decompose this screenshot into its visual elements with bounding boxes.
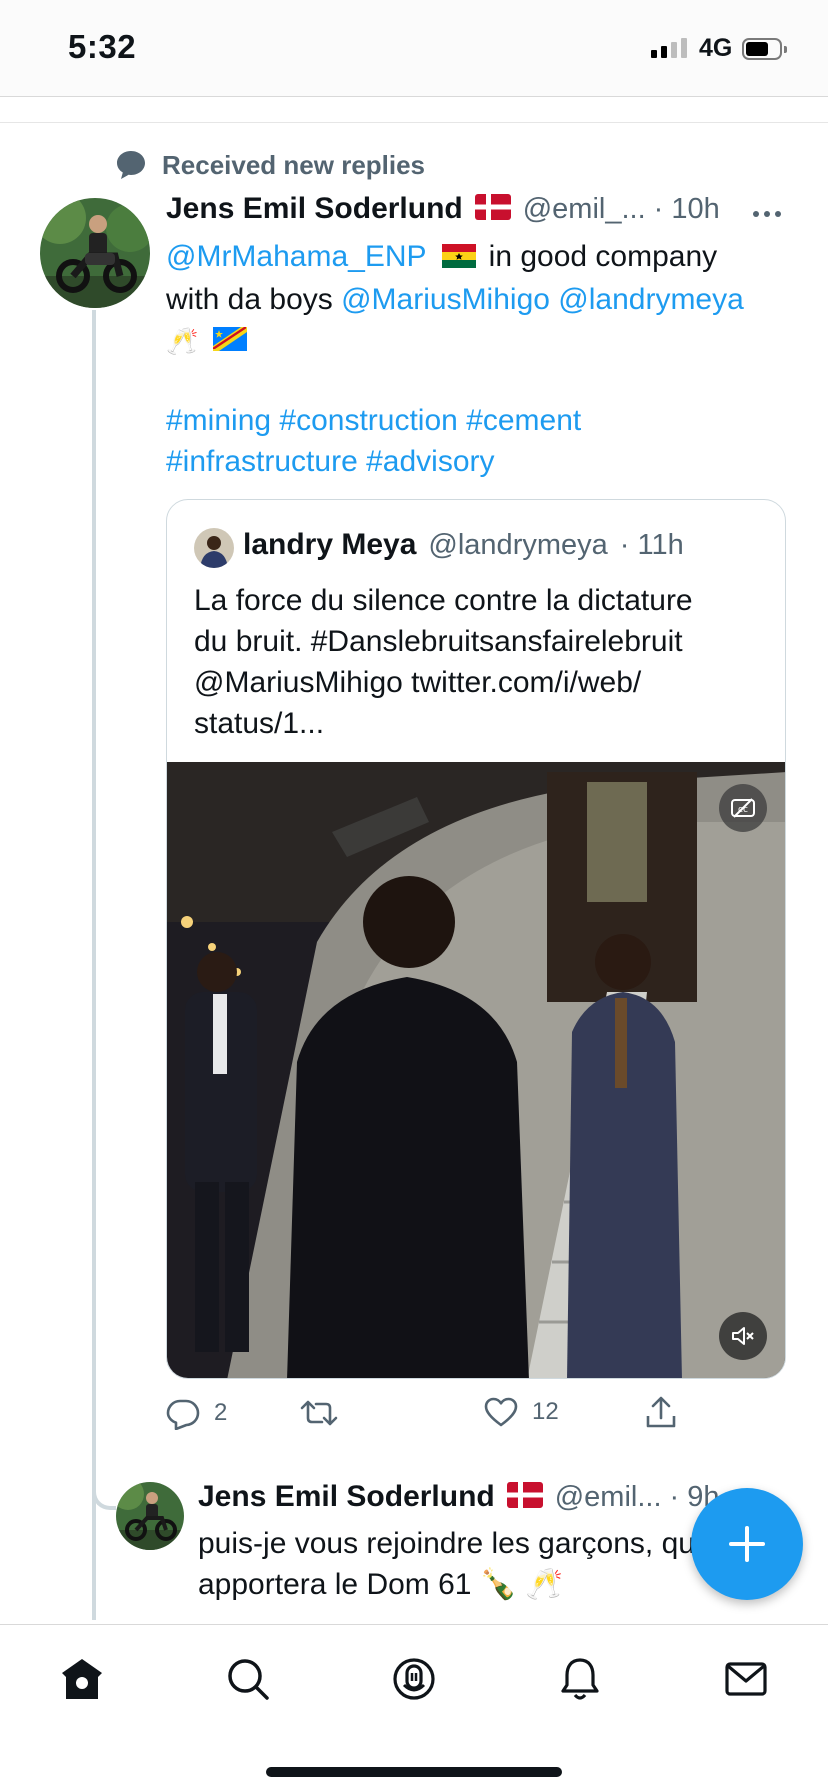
tweet-time[interactable]: · 10h	[654, 193, 720, 226]
captions-icon[interactable]: cc	[719, 784, 767, 832]
quoted-tweet-time: · 11h	[619, 529, 684, 561]
thread-line	[92, 310, 96, 1620]
reply-count: 2	[214, 1399, 228, 1426]
denmark-flag-icon	[506, 1481, 543, 1513]
tweet-text: @MrMahama_ENP in good company with da bo…	[166, 236, 786, 362]
quoted-text-line: La force du silence contre la dictature	[194, 584, 693, 617]
search-icon	[228, 1659, 269, 1700]
author-handle[interactable]: @emil_...	[523, 193, 646, 226]
tweet-header: Jens Emil Soderlund @emil_... · 10h	[166, 192, 786, 226]
drc-flag-icon	[212, 321, 247, 362]
hashtag-link[interactable]: #construction	[279, 404, 457, 437]
network-type: 4G	[699, 34, 733, 62]
status-time: 5:32	[68, 28, 137, 65]
social-context-text: Received new replies	[162, 149, 426, 180]
like-count: 12	[532, 1398, 559, 1425]
bottom-nav	[0, 1624, 828, 1792]
mute-icon[interactable]	[719, 1312, 767, 1360]
hashtag-link[interactable]: #infrastructure	[166, 445, 358, 478]
svg-text:cc: cc	[738, 805, 748, 815]
hashtag-link[interactable]: #advisory	[366, 445, 494, 478]
divider	[0, 96, 828, 97]
hashtag-link[interactable]: #mining	[166, 404, 271, 437]
nav-messages[interactable]	[718, 1651, 774, 1707]
reply-header: Jens Emil Soderlund @emil... · 9h	[198, 1480, 720, 1514]
compose-button[interactable]	[691, 1488, 803, 1600]
quoted-author-name[interactable]: landry Meya	[243, 528, 416, 562]
reply-author-name[interactable]: Jens Emil Soderlund	[198, 1480, 495, 1514]
reply-avatar[interactable]	[116, 1482, 184, 1550]
status-bar: 5:32 4G	[0, 0, 828, 96]
mention-link[interactable]: @landrymeya	[558, 283, 744, 316]
nav-home[interactable]	[54, 1651, 110, 1707]
quoted-avatar[interactable]	[194, 528, 234, 568]
reply-bubble-icon	[117, 151, 145, 179]
hashtags: #mining #construction #cement #infrastru…	[166, 400, 786, 482]
tweet-text-1: in good company	[480, 240, 718, 273]
tweet-text-2: with da boys	[166, 282, 342, 316]
reply-author-handle[interactable]: @emil...	[555, 1481, 662, 1514]
hashtag-link[interactable]: #cement	[466, 404, 581, 437]
video-thumbnail[interactable]: cc	[167, 762, 785, 1378]
more-options-icon[interactable]	[752, 206, 782, 224]
spaces-icon	[393, 1658, 435, 1700]
champagne-emoji: 🥂	[166, 325, 199, 356]
quoted-tweet-text: La force du silence contre la dictature …	[194, 580, 764, 744]
ghana-flag-icon	[442, 238, 477, 279]
home-indicator	[266, 1767, 562, 1777]
quoted-text-line: status/1...	[194, 707, 325, 740]
reply-text-line: apportera le Dom 61 🍾 🥂	[198, 1568, 563, 1601]
quoted-text-line: du bruit. #Danslebruitsansfairelebruit	[194, 625, 683, 658]
reply-icon	[166, 1399, 200, 1430]
home-icon	[62, 1659, 102, 1699]
nav-spaces[interactable]	[386, 1651, 442, 1707]
social-context: Received new replies	[114, 148, 425, 182]
share-icon	[646, 1396, 676, 1428]
tweet-actions: 2 12	[166, 1396, 726, 1440]
author-name[interactable]: Jens Emil Soderlund	[166, 192, 463, 226]
mention-link[interactable]: @MariusMihigo	[341, 283, 550, 316]
nav-search[interactable]	[220, 1651, 276, 1707]
nav-notifications[interactable]	[552, 1651, 608, 1707]
heart-icon	[484, 1397, 518, 1427]
retweet-icon	[300, 1400, 338, 1426]
avatar[interactable]	[40, 198, 150, 308]
quoted-tweet-header: landry Meya @landrymeya · 11h	[243, 528, 684, 562]
battery-icon	[742, 38, 787, 60]
signal-icon	[651, 38, 687, 58]
mail-icon	[725, 1662, 767, 1696]
retweet-button[interactable]	[300, 1396, 352, 1430]
quoted-text-line: @MariusMihigo twitter.com/i/web/	[194, 666, 642, 699]
reply-button[interactable]: 2	[166, 1396, 227, 1430]
denmark-flag-icon	[474, 193, 511, 225]
plus-icon	[729, 1526, 765, 1562]
share-button[interactable]	[644, 1396, 678, 1430]
divider	[0, 122, 828, 123]
mention-link[interactable]: @MrMahama_ENP	[166, 240, 426, 273]
like-button[interactable]: 12	[484, 1396, 559, 1428]
quoted-author-handle[interactable]: @landrymeya	[428, 529, 607, 562]
bell-icon	[561, 1658, 599, 1700]
reply-text: puis-je vous rejoindre les garçons, qui …	[198, 1523, 698, 1605]
reply-text-line: puis-je vous rejoindre les garçons, qui	[198, 1527, 698, 1560]
quoted-tweet[interactable]: landry Meya @landrymeya · 11h La force d…	[166, 499, 786, 1379]
